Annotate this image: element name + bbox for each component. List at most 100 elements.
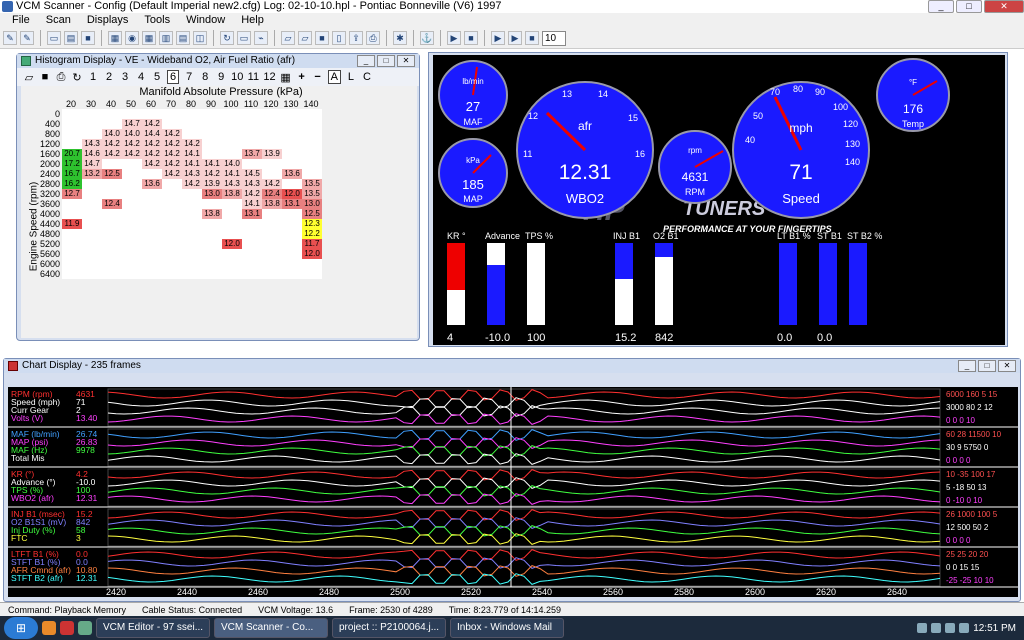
chart-minimize-button[interactable]: _: [958, 360, 976, 372]
table-cell[interactable]: 14.2: [102, 149, 122, 159]
table-cell[interactable]: [62, 259, 82, 269]
table-cell[interactable]: 13.1: [282, 199, 302, 209]
table-cell[interactable]: [82, 249, 102, 259]
task-windows-mail[interactable]: Inbox - Windows Mail: [450, 618, 564, 638]
table-cell[interactable]: 14.2: [182, 139, 202, 149]
firefox-icon[interactable]: [42, 621, 56, 635]
chart-icon[interactable]: ▤: [176, 31, 190, 45]
table-cell[interactable]: [122, 219, 142, 229]
table-cell[interactable]: [82, 259, 102, 269]
table-cell[interactable]: [122, 189, 142, 199]
table-cell[interactable]: 14.2: [162, 139, 182, 149]
table-cell[interactable]: [242, 159, 262, 169]
menu-tools[interactable]: Tools: [136, 13, 178, 28]
table-cell[interactable]: [202, 199, 222, 209]
table-cell[interactable]: 14.2: [162, 129, 182, 139]
table-cell[interactable]: 14.2: [182, 179, 202, 189]
hist-btn-4[interactable]: 4: [135, 71, 147, 83]
table-cell[interactable]: 14.2: [122, 149, 142, 159]
table-cell[interactable]: 13.9: [262, 149, 282, 159]
table-cell[interactable]: [162, 219, 182, 229]
table-cell[interactable]: [282, 179, 302, 189]
save-icon[interactable]: ■: [39, 71, 51, 83]
refresh-icon[interactable]: ↻: [220, 31, 234, 45]
histogram-icon[interactable]: ▥: [159, 31, 173, 45]
tray-icon[interactable]: [917, 623, 928, 633]
table-cell[interactable]: [222, 149, 242, 159]
table-cell[interactable]: 16.7: [62, 169, 82, 179]
print-icon[interactable]: ⎙: [366, 31, 380, 45]
table-cell[interactable]: 12.3: [302, 219, 322, 229]
hist-btn-3[interactable]: 3: [119, 71, 131, 83]
open-icon[interactable]: ▱: [23, 71, 35, 84]
table-cell[interactable]: [202, 119, 222, 129]
table-cell[interactable]: 12.0: [222, 239, 242, 249]
table-cell[interactable]: [102, 179, 122, 189]
table-icon[interactable]: ▦: [142, 31, 156, 45]
table-cell[interactable]: 13.6: [282, 169, 302, 179]
table-cell[interactable]: [202, 259, 222, 269]
table-cell[interactable]: [122, 179, 142, 189]
table-cell[interactable]: [102, 269, 122, 279]
table-cell[interactable]: [162, 269, 182, 279]
table-cell[interactable]: 14.3: [222, 179, 242, 189]
table-cell[interactable]: [242, 239, 262, 249]
pen-icon[interactable]: ✎: [3, 31, 17, 45]
table-cell[interactable]: [242, 129, 262, 139]
table-cell[interactable]: [62, 249, 82, 259]
table-cell[interactable]: [302, 119, 322, 129]
table-cell[interactable]: [262, 109, 282, 119]
hist-btn-8[interactable]: 8: [199, 71, 211, 83]
disk-icon[interactable]: ■: [315, 31, 329, 45]
table-cell[interactable]: [142, 229, 162, 239]
table-cell[interactable]: [202, 269, 222, 279]
table-cell[interactable]: 12.0: [302, 249, 322, 259]
table-cell[interactable]: 14.0: [122, 129, 142, 139]
table-cell[interactable]: 12.7: [62, 189, 82, 199]
table-cell[interactable]: 14.3: [242, 179, 262, 189]
quicklaunch-icon[interactable]: [60, 621, 74, 635]
table-cell[interactable]: [122, 109, 142, 119]
table-cell[interactable]: [182, 129, 202, 139]
table-cell[interactable]: [262, 239, 282, 249]
table-cell[interactable]: 12.5: [302, 209, 322, 219]
table-cell[interactable]: [82, 189, 102, 199]
table-cell[interactable]: [202, 219, 222, 229]
table-cell[interactable]: [102, 239, 122, 249]
anchor-icon[interactable]: ⚓: [420, 31, 434, 45]
table-cell[interactable]: 13.2: [82, 169, 102, 179]
table-cell[interactable]: 16.2: [62, 179, 82, 189]
table-cell[interactable]: 20.7: [62, 149, 82, 159]
record-play-icon[interactable]: ▶: [491, 31, 505, 45]
table-cell[interactable]: [182, 259, 202, 269]
hist-btn-1[interactable]: 1: [87, 71, 99, 83]
table-cell[interactable]: 12.2: [302, 229, 322, 239]
table-cell[interactable]: 13.7: [242, 149, 262, 159]
table-cell[interactable]: [282, 159, 302, 169]
table-cell[interactable]: [102, 119, 122, 129]
connect-icon[interactable]: ⌁: [254, 31, 268, 45]
play-icon[interactable]: ▶: [447, 31, 461, 45]
table-cell[interactable]: 13.8: [202, 209, 222, 219]
table-cell[interactable]: [282, 149, 302, 159]
table-cell[interactable]: [222, 119, 242, 129]
refresh-icon[interactable]: ↻: [71, 71, 83, 84]
table-cell[interactable]: [202, 229, 222, 239]
table-cell[interactable]: [122, 239, 142, 249]
close-button[interactable]: ✕: [984, 0, 1024, 13]
table-cell[interactable]: [62, 209, 82, 219]
table-cell[interactable]: 13.8: [262, 199, 282, 209]
table-cell[interactable]: [162, 109, 182, 119]
table-cell[interactable]: [302, 149, 322, 159]
table-cell[interactable]: 12.4: [262, 189, 282, 199]
table-cell[interactable]: [302, 159, 322, 169]
table-cell[interactable]: [102, 159, 122, 169]
table-cell[interactable]: 14.2: [162, 149, 182, 159]
maximize-button[interactable]: □: [956, 0, 982, 13]
histogram-minimize-button[interactable]: _: [357, 55, 375, 67]
table-cell[interactable]: 13.5: [302, 189, 322, 199]
table-cell[interactable]: [82, 129, 102, 139]
table-cell[interactable]: [142, 169, 162, 179]
table-cell[interactable]: [162, 259, 182, 269]
table-cell[interactable]: [122, 259, 142, 269]
